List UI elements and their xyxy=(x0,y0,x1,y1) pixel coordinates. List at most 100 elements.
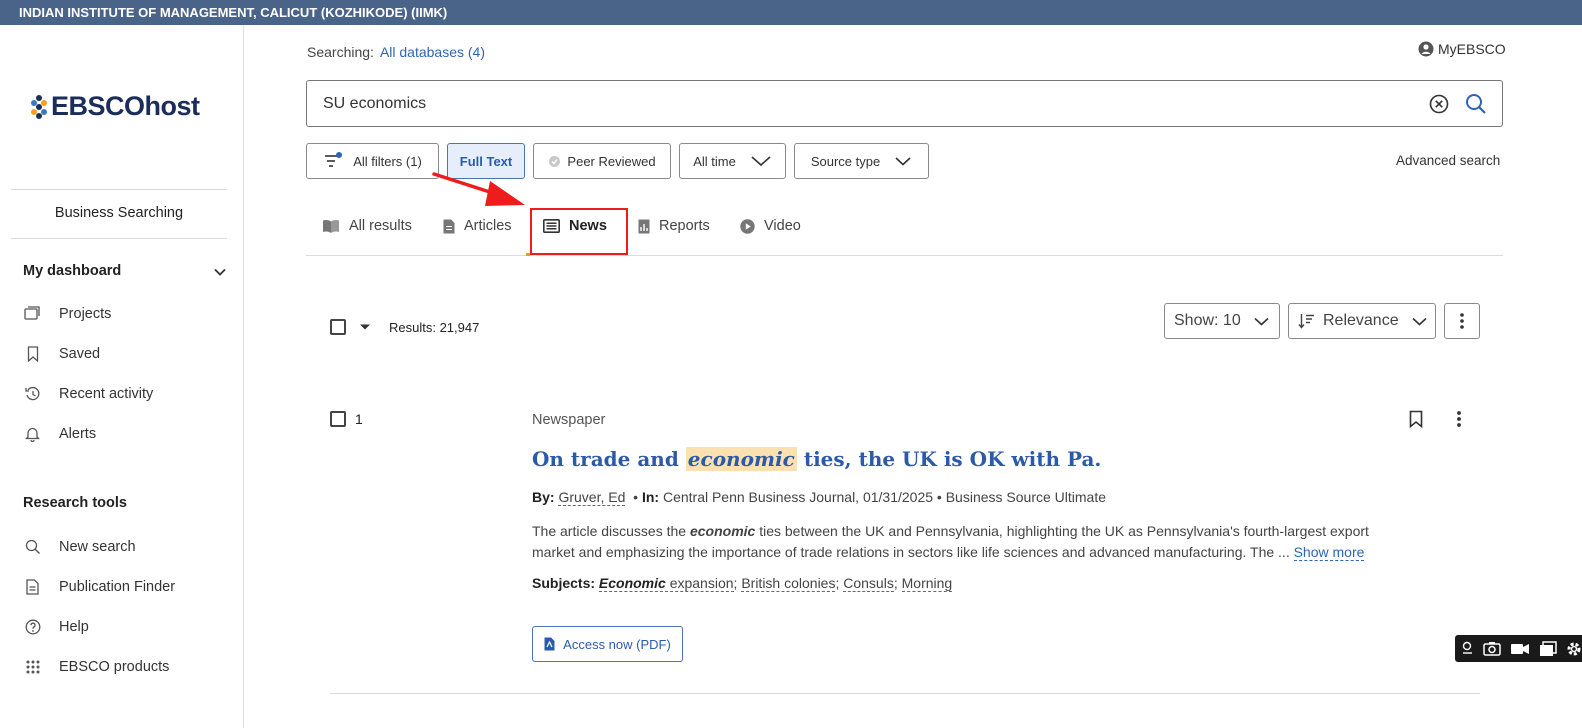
tabs-divider xyxy=(306,255,1503,256)
subject-link[interactable]: Economic expansion xyxy=(598,575,734,592)
sidebar-item-new-search[interactable]: New search xyxy=(24,538,136,555)
report-icon xyxy=(638,219,650,234)
result-metadata: By: Gruver, Ed • In: Central Penn Busine… xyxy=(532,489,1107,506)
peer-reviewed-button[interactable]: Peer Reviewed xyxy=(533,143,671,179)
sidebar-item-label: Projects xyxy=(59,305,112,322)
subject-link[interactable]: Morning xyxy=(901,575,953,592)
sidebar-item-ebsco-products[interactable]: EBSCO products xyxy=(24,658,169,675)
source-publication: Central Penn Business Journal, 01/31/202… xyxy=(662,489,934,505)
show-count-label: Show: 10 xyxy=(1174,312,1241,329)
play-icon xyxy=(740,218,755,234)
search-icon xyxy=(24,538,41,555)
more-vertical-icon xyxy=(1460,313,1464,329)
result-title-link[interactable]: On trade and economic ties, the UK is OK… xyxy=(532,447,1101,471)
subject-text: expansion xyxy=(669,575,734,591)
window-icon[interactable] xyxy=(1539,640,1557,657)
result-abstract: The article discusses the economic ties … xyxy=(532,521,1412,563)
sort-dropdown[interactable]: Relevance xyxy=(1288,303,1436,339)
article-icon xyxy=(443,219,455,234)
ebscohost-logo[interactable]: EBSCOhost xyxy=(30,91,200,122)
tab-label: Reports xyxy=(659,218,710,234)
result-subjects: Subjects: Economic expansion; British co… xyxy=(532,575,953,592)
source-type-dropdown[interactable]: Source type xyxy=(794,143,929,179)
search-icon[interactable] xyxy=(1465,93,1487,115)
tab-label: Articles xyxy=(464,218,512,234)
in-label: In: xyxy=(641,489,660,505)
databases-link[interactable]: All databases (4) xyxy=(380,44,485,60)
bookmark-icon[interactable] xyxy=(1409,410,1423,428)
sort-label: Relevance xyxy=(1323,312,1399,329)
sidebar-item-recent-activity[interactable]: Recent activity xyxy=(24,385,153,402)
searching-label: Searching: xyxy=(307,44,374,60)
search-input[interactable]: SU economics xyxy=(306,80,1503,127)
tab-all-results[interactable]: All results xyxy=(322,218,412,234)
sidebar-item-projects[interactable]: Projects xyxy=(24,305,111,322)
caret-down-icon[interactable] xyxy=(359,323,371,331)
annotation-arrow-icon xyxy=(432,172,525,206)
sidebar-item-saved[interactable]: Saved xyxy=(24,345,100,362)
video-camera-icon[interactable] xyxy=(1510,642,1530,656)
document-icon xyxy=(24,578,41,595)
sidebar-item-publication-finder[interactable]: Publication Finder xyxy=(24,578,175,595)
chevron-down-icon xyxy=(1412,317,1427,326)
divider xyxy=(11,189,227,190)
title-part: On trade and xyxy=(532,447,679,471)
history-icon xyxy=(24,385,41,402)
show-more-link[interactable]: Show more xyxy=(1293,544,1365,561)
title-part: ties, the UK is OK with Pa. xyxy=(803,447,1102,471)
more-options-button[interactable] xyxy=(1444,303,1480,339)
subjects-label: Subjects: xyxy=(532,575,596,591)
help-icon xyxy=(24,618,41,635)
search-term-highlight: Economic xyxy=(598,575,666,591)
pdf-icon xyxy=(544,637,555,651)
pointer-icon[interactable] xyxy=(1461,641,1474,656)
all-filters-button[interactable]: All filters (1) xyxy=(306,143,439,179)
searching-scope: Searching: All databases (4) xyxy=(307,44,485,60)
all-time-dropdown[interactable]: All time xyxy=(679,143,786,179)
select-all-checkbox[interactable] xyxy=(330,319,346,335)
dashboard-heading[interactable]: My dashboard xyxy=(23,263,121,279)
institution-banner: INDIAN INSTITUTE OF MANAGEMENT, CALICUT … xyxy=(0,0,1582,25)
chevron-down-icon xyxy=(751,156,771,167)
filter-icon xyxy=(325,152,343,167)
research-tools-heading: Research tools xyxy=(23,495,127,511)
sort-icon xyxy=(1298,314,1314,329)
sidebar-item-label: Alerts xyxy=(59,425,97,442)
search-term-highlight: economic xyxy=(685,447,797,471)
peer-reviewed-label: Peer Reviewed xyxy=(567,153,656,169)
bookmark-icon xyxy=(24,345,41,362)
result-type: Newspaper xyxy=(532,412,606,428)
subject-link[interactable]: British colonies xyxy=(741,575,836,592)
gear-icon[interactable] xyxy=(1566,641,1582,657)
folders-icon xyxy=(24,305,41,322)
sidebar-item-alerts[interactable]: Alerts xyxy=(24,425,96,442)
ebsco-logo-icon xyxy=(31,94,47,119)
subject-link[interactable]: Consuls xyxy=(843,575,894,592)
camera-icon[interactable] xyxy=(1483,641,1501,656)
annotation-highlight-box xyxy=(530,208,628,255)
sidebar-item-help[interactable]: Help xyxy=(24,618,89,635)
sidebar-item-label: Publication Finder xyxy=(59,578,176,595)
myebsco-label: MyEBSCO xyxy=(1438,41,1506,57)
sidebar-item-label: Help xyxy=(59,618,89,635)
advanced-search-link[interactable]: Advanced search xyxy=(1396,153,1500,168)
logo-text: EBSCOhost xyxy=(51,91,200,121)
tab-articles[interactable]: Articles xyxy=(443,218,512,234)
tab-reports[interactable]: Reports xyxy=(638,218,710,234)
clear-icon[interactable] xyxy=(1429,94,1449,114)
more-vertical-icon[interactable] xyxy=(1452,410,1466,428)
author-link[interactable]: Gruver, Ed xyxy=(558,489,626,506)
results-count: Results: 21,947 xyxy=(389,320,480,335)
result-checkbox[interactable] xyxy=(330,411,346,427)
result-divider xyxy=(330,693,1480,694)
profile-name[interactable]: Business Searching xyxy=(0,205,238,221)
myebsco-button[interactable]: MyEBSCO xyxy=(1418,41,1506,57)
divider xyxy=(11,238,227,239)
book-icon xyxy=(322,219,340,234)
grid-icon xyxy=(24,658,41,675)
full-text-label: Full Text xyxy=(459,153,513,169)
show-count-dropdown[interactable]: Show: 10 xyxy=(1164,303,1280,339)
tab-video[interactable]: Video xyxy=(740,218,801,234)
access-pdf-button[interactable]: Access now (PDF) xyxy=(532,626,683,662)
chevron-down-icon[interactable] xyxy=(212,264,228,280)
